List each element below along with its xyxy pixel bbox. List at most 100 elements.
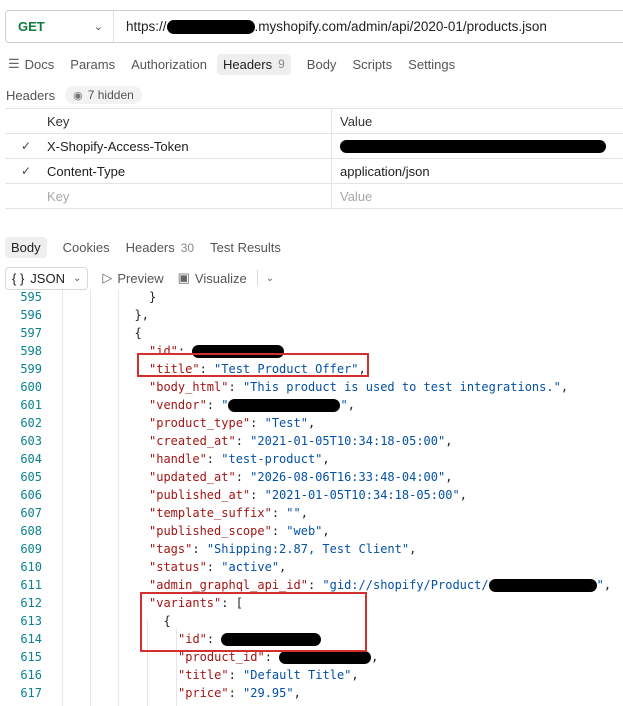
json-key: "template_suffix" (149, 506, 272, 520)
redacted-token (340, 139, 606, 153)
json-punct: , (560, 380, 569, 394)
json-key: "vendor" (149, 398, 207, 412)
json-string: "29.95" (243, 686, 294, 700)
request-tabs: ☰ Docs Params Authorization Headers 9 Bo… (8, 52, 471, 76)
line-number: 609 (20, 542, 42, 556)
json-punct: : (192, 542, 207, 556)
chevron-down-icon: ⌄ (93, 21, 103, 33)
json-punct: , (371, 650, 379, 664)
code-line: 608 "published_scope": "web", (0, 522, 623, 540)
new-value-input[interactable]: Value (332, 184, 623, 208)
tab-test-results[interactable]: Test Results (210, 240, 281, 255)
json-string: "2026-08-06T16:33:48-04:00" (250, 470, 446, 484)
headers-table: Key Value ✓ X-Shopify-Access-Token ✓ Con… (5, 108, 623, 209)
method-select[interactable]: GET ⌄ (6, 11, 114, 42)
json-punct: : (250, 416, 265, 430)
code-line: 595} (0, 290, 623, 306)
line-number: 605 (20, 470, 42, 484)
json-key: "published_at" (149, 488, 251, 502)
tab-settings[interactable]: Settings (408, 57, 455, 72)
tab-label: Test Results (210, 240, 281, 255)
code-line: 607 "template_suffix": "", (0, 504, 623, 522)
json-punct: , (279, 560, 287, 574)
json-key: "admin_graphql_api_id" (149, 578, 308, 592)
value-column-header: Value (340, 113, 373, 129)
tab-body[interactable]: Body (307, 57, 337, 72)
json-punct: , (293, 686, 301, 700)
code-text: "vendor": " ", (149, 396, 355, 414)
json-punct: : (206, 452, 222, 466)
code-line: 597 { (0, 324, 623, 342)
json-key: "product_type" (149, 416, 251, 430)
line-number: 617 (20, 686, 42, 700)
image-icon: ▣ (177, 270, 190, 285)
line-number: 613 (20, 614, 42, 628)
json-string: " (221, 398, 229, 412)
url-suffix: .myshopify.com/admin/api/2020-01/product… (254, 19, 547, 34)
tab-authorization[interactable]: Authorization (131, 57, 207, 72)
json-punct: , (445, 434, 453, 448)
tab-params[interactable]: Params (70, 57, 115, 72)
url-input[interactable]: https:// .myshopify.com/admin/api/2020-0… (114, 19, 547, 34)
header-key[interactable]: X-Shopify-Access-Token (47, 134, 332, 158)
code-text: { (135, 324, 142, 342)
format-select[interactable]: { } JSON ⌄ (5, 266, 89, 290)
header-key[interactable]: Content-Type (47, 159, 332, 183)
tab-docs[interactable]: ☰ Docs (8, 56, 54, 72)
json-punct: , (445, 470, 453, 484)
code-text: "product_type": "Test", (149, 414, 315, 432)
visualize-button[interactable]: ▣ Visualize (178, 270, 247, 286)
json-punct: : (271, 524, 287, 538)
json-punct: : (206, 398, 222, 412)
json-punct: : (228, 668, 244, 682)
code-text: "price": "29.95", (178, 684, 301, 702)
tab-response-headers[interactable]: Headers 30 (126, 240, 195, 255)
check-icon[interactable]: ✓ (5, 139, 47, 153)
tab-scripts[interactable]: Scripts (352, 57, 392, 72)
header-value[interactable] (332, 134, 623, 158)
code-text: "handle": "test-product", (149, 450, 330, 468)
response-body-code[interactable]: 595} 596}, 597{598 "id": 599 "title": "Test … (0, 290, 623, 706)
code-line: 602 "product_type": "Test", (0, 414, 623, 432)
chevron-down-icon[interactable]: ⌄ (266, 273, 274, 284)
json-punct: : (307, 578, 323, 592)
json-key: "updated_at" (149, 470, 236, 484)
tab-response-body[interactable]: Body (5, 237, 47, 258)
code-text: }, (135, 306, 149, 324)
json-punct: : (271, 506, 287, 520)
code-text: "body_html": "This product is used to te… (149, 378, 568, 396)
json-string: "Default Title" (243, 668, 352, 682)
headers-label: Headers (6, 87, 56, 103)
line-number: 598 (20, 344, 42, 358)
header-value[interactable]: application/json (332, 159, 623, 183)
method-label: GET (18, 19, 45, 34)
json-punct: : (228, 380, 243, 394)
new-key-input[interactable]: Key (47, 184, 332, 208)
check-icon[interactable]: ✓ (5, 164, 47, 178)
json-string: "web" (286, 524, 323, 538)
code-text: "template_suffix": "", (149, 504, 308, 522)
line-number: 606 (20, 488, 42, 502)
redacted-value (488, 579, 597, 592)
docs-icon: ☰ (8, 56, 20, 71)
tab-label: Params (70, 56, 116, 72)
json-string: " (340, 398, 348, 412)
hidden-count: 7 hidden (87, 88, 134, 102)
json-key: "product_id" (178, 650, 265, 664)
preview-button[interactable]: ▷ Preview (102, 270, 163, 286)
tab-headers[interactable]: Headers 9 (216, 53, 291, 75)
json-string: "Test" (264, 416, 308, 430)
json-string: "test-product" (221, 452, 323, 466)
json-string: "active" (221, 560, 280, 574)
code-line: 603 "created_at": "2021-01-05T10:34:18-05… (0, 432, 623, 450)
line-number: 602 (20, 416, 42, 430)
json-key: "body_html" (149, 380, 229, 394)
highlight-box (137, 353, 369, 377)
hidden-headers-toggle[interactable]: ◉ 7 hidden (65, 86, 142, 104)
json-string: "2021-01-05T10:34:18-05:00" (250, 434, 446, 448)
line-number: 611 (20, 578, 42, 592)
line-number: 614 (20, 632, 42, 646)
tab-cookies[interactable]: Cookies (63, 240, 110, 255)
json-punct: }, (134, 308, 149, 322)
response-view-bar: { } JSON ⌄ ▷ Preview ▣ Visualize ⌄ (5, 265, 274, 291)
